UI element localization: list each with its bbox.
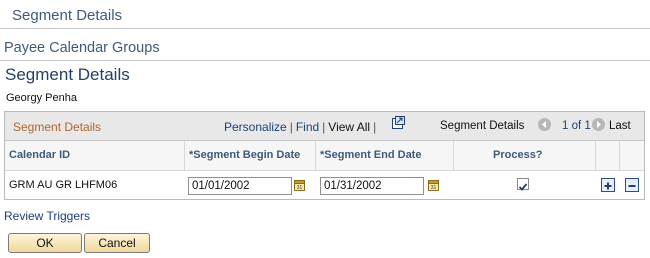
- download-icon[interactable]: [392, 116, 405, 129]
- page-header-title: Segment Details: [12, 7, 123, 24]
- calendar-id-value: GRM AU GR LHFM06: [9, 179, 118, 191]
- review-triggers-link[interactable]: Review Triggers: [4, 209, 90, 223]
- calendar-icon[interactable]: 31: [294, 179, 305, 191]
- column-header-segment-begin-date: *Segment Begin Date: [189, 149, 301, 161]
- checkmark-icon: [518, 183, 528, 191]
- calendar-icon[interactable]: 31: [428, 179, 439, 191]
- grid-nav-links: Personalize | Find | View All |: [224, 120, 379, 134]
- page-title: Segment Details: [5, 65, 130, 84]
- separator: |: [322, 120, 326, 134]
- previous-row-icon[interactable]: [538, 118, 551, 131]
- view-all-link[interactable]: View All: [328, 120, 370, 134]
- personalize-link[interactable]: Personalize: [224, 120, 287, 134]
- pager-count: 1 of 1: [562, 120, 591, 132]
- cancel-button[interactable]: Cancel: [84, 233, 150, 253]
- header-divider: [0, 28, 650, 29]
- minus-icon: [628, 185, 636, 187]
- person-name: Georgy Penha: [6, 92, 77, 104]
- delete-row-button[interactable]: [625, 178, 639, 192]
- pager-last[interactable]: Last: [609, 120, 631, 132]
- svg-text:31: 31: [297, 185, 303, 191]
- column-header-segment-end-date: *Segment End Date: [320, 149, 422, 161]
- grid-header-row: Calendar ID *Segment Begin Date *Segment…: [5, 141, 644, 171]
- nav-divider: [0, 60, 650, 61]
- column-header-calendar-id: Calendar ID: [9, 149, 71, 161]
- process-checkbox[interactable]: [517, 178, 529, 191]
- plus-icon: [604, 182, 612, 190]
- separator: |: [289, 120, 293, 134]
- payee-calendar-groups-link[interactable]: Payee Calendar Groups: [4, 40, 160, 56]
- grid-caption: Segment Details: [13, 120, 102, 134]
- segment-details-grid: Segment Details Personalize | Find | View Al…: [4, 111, 645, 200]
- find-link[interactable]: Find: [296, 120, 319, 134]
- pager-label: Segment Details: [440, 120, 525, 132]
- ok-button[interactable]: OK: [8, 233, 82, 253]
- next-row-icon[interactable]: [592, 118, 605, 131]
- add-row-button[interactable]: [601, 178, 615, 192]
- svg-text:31: 31: [431, 185, 437, 191]
- separator: |: [373, 120, 377, 134]
- table-row: GRM AU GR LHFM06 31 31: [5, 171, 644, 199]
- grid-title-bar: Segment Details Personalize | Find | View Al…: [5, 112, 644, 141]
- column-header-process: Process?: [493, 149, 543, 161]
- segment-begin-date-input[interactable]: [188, 177, 292, 195]
- segment-end-date-input[interactable]: [320, 177, 424, 195]
